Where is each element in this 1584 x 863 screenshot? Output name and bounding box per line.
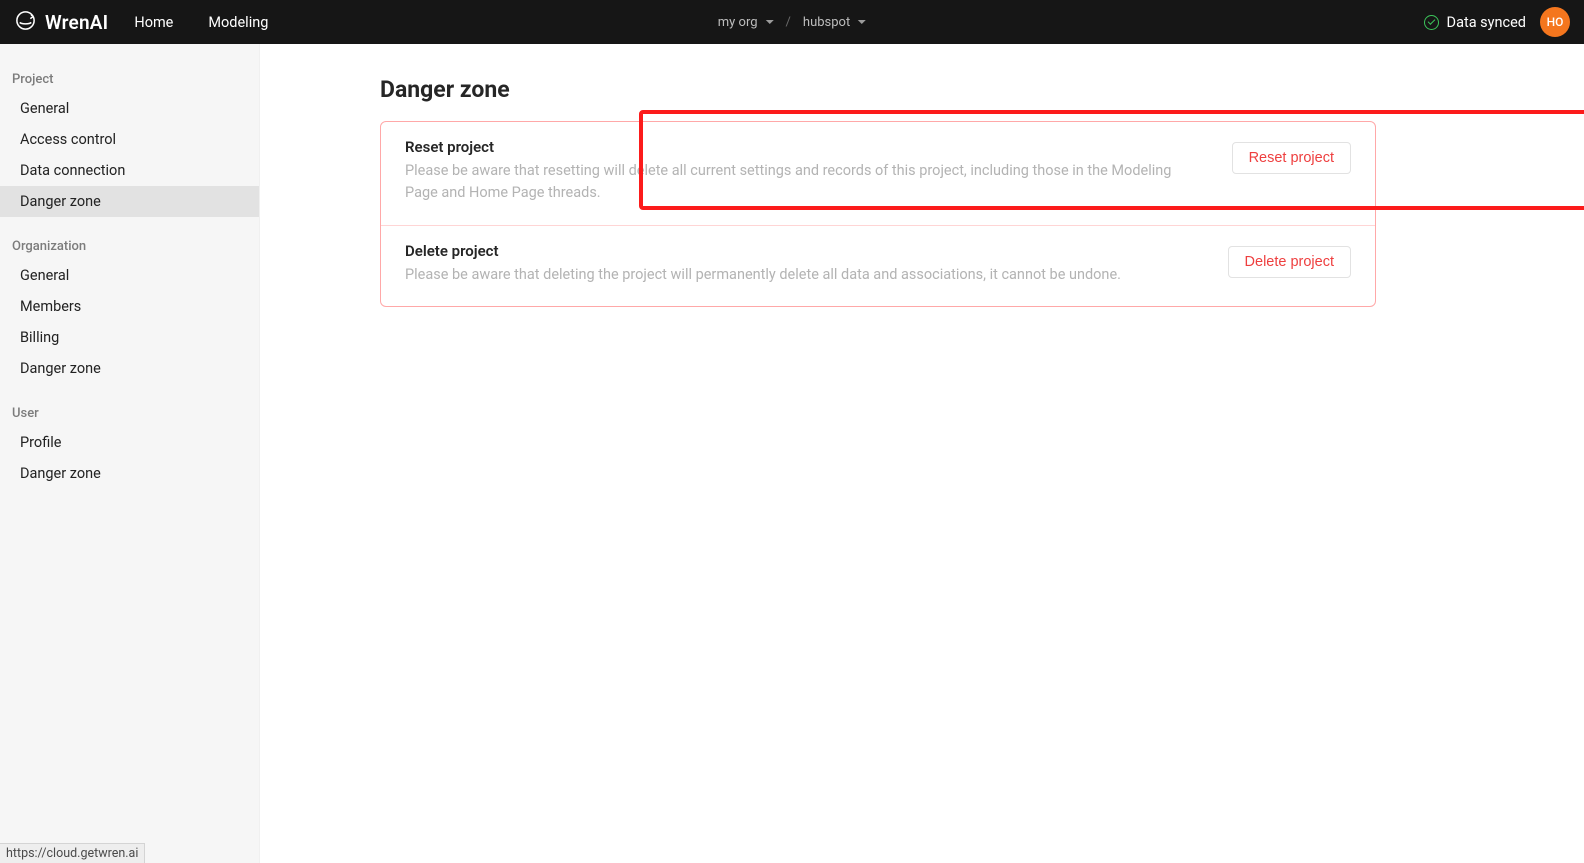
sync-status-label: Data synced — [1447, 14, 1526, 31]
sidebar-item-profile[interactable]: Profile — [0, 427, 259, 458]
sidebar-item-access-control[interactable]: Access control — [0, 124, 259, 155]
nav-modeling[interactable]: Modeling — [208, 14, 268, 31]
breadcrumb-org-label: my org — [718, 15, 758, 30]
sidebar: ProjectGeneralAccess controlData connect… — [0, 44, 260, 863]
logo-icon — [14, 9, 37, 36]
brand-logo[interactable]: WrenAI — [14, 9, 108, 36]
chevron-down-icon — [766, 20, 774, 24]
sidebar-item-danger-zone[interactable]: Danger zone — [0, 353, 259, 384]
breadcrumb-org[interactable]: my org — [718, 15, 774, 30]
nav-home[interactable]: Home — [134, 14, 173, 31]
sidebar-group-title: User — [0, 400, 259, 427]
delete-project-button[interactable]: Delete project — [1228, 246, 1351, 278]
breadcrumb-project-label: hubspot — [803, 15, 850, 30]
reset-project-title: Reset project — [405, 138, 1192, 156]
sidebar-group-title: Project — [0, 66, 259, 93]
sidebar-item-billing[interactable]: Billing — [0, 322, 259, 353]
sidebar-item-members[interactable]: Members — [0, 291, 259, 322]
brand-text: WrenAI — [45, 11, 108, 34]
chevron-down-icon — [858, 20, 866, 24]
header-right: Data synced HO — [1424, 7, 1570, 37]
breadcrumb-separator: / — [786, 15, 791, 30]
check-circle-icon — [1424, 15, 1439, 30]
page-title: Danger zone — [380, 76, 1376, 103]
delete-project-desc: Please be aware that deleting the projec… — [405, 264, 1188, 286]
sidebar-item-danger-zone[interactable]: Danger zone — [0, 186, 259, 217]
delete-project-title: Delete project — [405, 242, 1188, 260]
status-bar-url: https://cloud.getwren.ai — [0, 843, 145, 863]
danger-zone-box: Reset project Please be aware that reset… — [380, 121, 1376, 307]
sync-status[interactable]: Data synced — [1424, 14, 1526, 31]
app-header: WrenAI Home Modeling my org / hubspot Da… — [0, 0, 1584, 44]
sidebar-item-general[interactable]: General — [0, 260, 259, 291]
top-nav: Home Modeling — [134, 14, 268, 31]
breadcrumb: my org / hubspot — [718, 15, 866, 30]
reset-project-button[interactable]: Reset project — [1232, 142, 1351, 174]
section-delete-project: Delete project Please be aware that dele… — [381, 225, 1375, 306]
sidebar-group-title: Organization — [0, 233, 259, 260]
sidebar-item-general[interactable]: General — [0, 93, 259, 124]
main-content: Danger zone Reset project Please be awar… — [260, 44, 1584, 863]
section-reset-project: Reset project Please be aware that reset… — [381, 122, 1375, 225]
avatar[interactable]: HO — [1540, 7, 1570, 37]
sidebar-item-data-connection[interactable]: Data connection — [0, 155, 259, 186]
sidebar-item-danger-zone[interactable]: Danger zone — [0, 458, 259, 489]
breadcrumb-project[interactable]: hubspot — [803, 15, 866, 30]
reset-project-desc: Please be aware that resetting will dele… — [405, 160, 1192, 205]
